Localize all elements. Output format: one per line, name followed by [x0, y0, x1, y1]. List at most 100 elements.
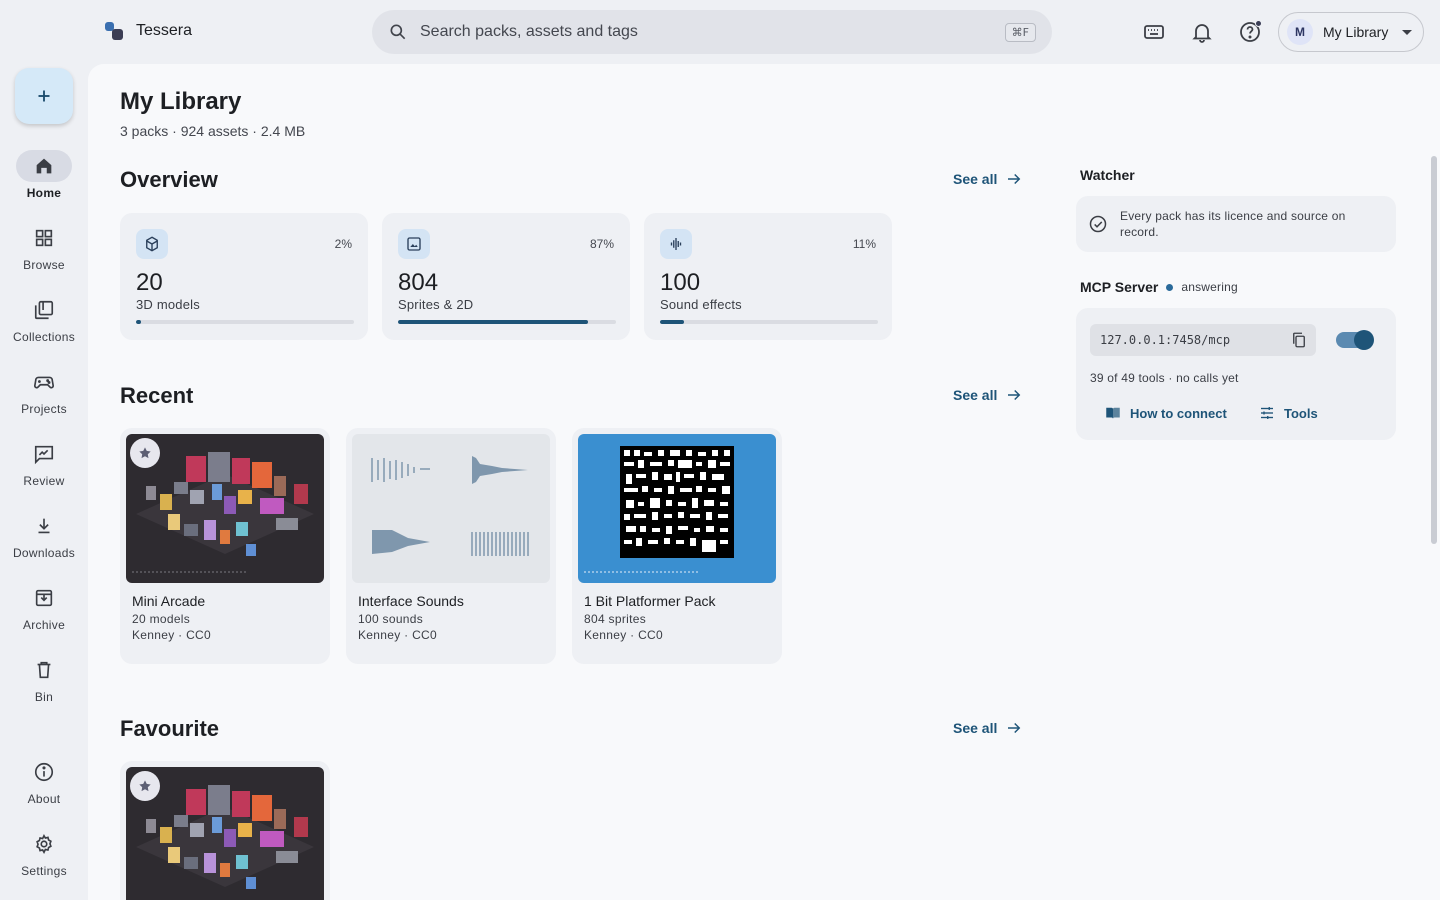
plus-icon [38, 90, 50, 102]
page-subtitle: 3 packs · 924 assets · 2.4 MB [120, 123, 306, 139]
pack-card-mini-arcade-favourite[interactable] [120, 761, 330, 900]
sidebar-item-label: Downloads [12, 546, 76, 560]
sidebar-item-about[interactable]: About [0, 756, 88, 828]
sidebar-item-downloads[interactable]: Downloads [0, 510, 88, 582]
sidebar-item-browse[interactable]: Browse [0, 222, 88, 294]
watcher-title: Watcher [1080, 167, 1135, 183]
search-input[interactable] [420, 23, 1005, 41]
stat-progress-track [136, 320, 354, 324]
pack-card-mini-arcade[interactable]: Mini Arcade 20 models Kenney · CC0 [120, 428, 330, 664]
sidebar-item-archive[interactable]: Archive [0, 582, 88, 654]
search-shortcut-badge: ⌘F [1004, 22, 1036, 42]
keyboard-icon[interactable] [1142, 20, 1166, 44]
stat-percent: 2% [334, 237, 352, 251]
stat-progress-fill [398, 320, 588, 324]
sidebar-item-bin[interactable]: Bin [0, 654, 88, 726]
top-bar: Tessera ⌘F M My Library [0, 0, 1440, 64]
cube-icon [136, 229, 168, 259]
mcp-url-field[interactable]: 127.0.0.1:7458/mcp [1090, 324, 1316, 356]
tools-button[interactable]: Tools [1258, 404, 1318, 422]
pack-thumbnail [578, 434, 776, 583]
sidebar-item-settings[interactable]: Settings [0, 828, 88, 900]
pack-card-interface-sounds[interactable]: Interface Sounds 100 sounds Kenney · CC0 [346, 428, 556, 664]
sidebar-item-label: Projects [21, 402, 67, 416]
account-label: My Library [1323, 24, 1389, 40]
mcp-server-toggle[interactable] [1336, 330, 1374, 350]
account-switcher[interactable]: M My Library [1278, 12, 1424, 52]
recent-title: Recent [120, 383, 194, 408]
favourite-title: Favourite [120, 716, 220, 741]
search-bar[interactable]: ⌘F [372, 10, 1052, 54]
sidebar-item-review[interactable]: Review [0, 438, 88, 510]
check-circle-icon [1089, 215, 1107, 233]
how-to-connect-label: How to connect [1130, 405, 1227, 421]
gear-icon [36, 834, 52, 854]
sidebar-item-label: About [27, 792, 61, 806]
brand[interactable]: Tessera [104, 20, 192, 42]
favourite-button[interactable] [130, 438, 160, 468]
sidebar-item-label: Home [26, 186, 62, 200]
help-icon[interactable] [1238, 20, 1262, 44]
tune-icon [1261, 407, 1273, 419]
bell-icon[interactable] [1190, 20, 1214, 44]
see-all-label: See all [953, 720, 998, 736]
watcher-message: Every pack has its licence and source on… [1120, 209, 1346, 239]
stat-progress-fill [136, 320, 141, 324]
create-button[interactable] [15, 68, 73, 124]
header-actions [1142, 20, 1262, 44]
stat-percent: 87% [589, 237, 614, 251]
chevron-down-icon [1402, 29, 1413, 35]
review-icon [34, 445, 54, 465]
copy-icon[interactable] [1290, 331, 1308, 349]
collections-icon [34, 300, 54, 320]
arrow-right-icon [1008, 722, 1021, 734]
mcp-title: MCP Server [1080, 279, 1159, 295]
scrollbar[interactable] [1431, 156, 1437, 544]
sidebar-item-projects[interactable]: Projects [0, 366, 88, 438]
pack-name: Mini Arcade [132, 593, 206, 609]
sidebar-item-label: Bin [34, 690, 54, 704]
stat-progress-track [398, 320, 616, 324]
sidebar-item-collections[interactable]: Collections [0, 294, 88, 366]
stat-card-sprites[interactable]: 87% 804 Sprites & 2D [382, 213, 630, 340]
overview-see-all-link[interactable]: See all [953, 170, 1023, 188]
pack-card-1-bit-platformer[interactable]: 1 Bit Platformer Pack 804 sprites Kenney… [572, 428, 782, 664]
stat-card-3d-models[interactable]: 2% 20 3D models [120, 213, 368, 340]
toggle-knob [1354, 330, 1374, 350]
see-all-label: See all [953, 387, 998, 403]
stat-card-sound-effects[interactable]: 11% 100 Sound effects [644, 213, 892, 340]
stat-value: 100 [660, 269, 701, 296]
pack-name: 1 Bit Platformer Pack [584, 593, 716, 609]
mcp-status: answering [1181, 280, 1238, 294]
arrow-right-icon [1008, 173, 1021, 185]
star-icon [139, 780, 151, 792]
recent-see-all-link[interactable]: See all [953, 386, 1023, 404]
book-icon [1106, 407, 1120, 419]
pack-meta: Kenney · CC0 [132, 628, 211, 642]
pack-count: 20 models [132, 612, 191, 626]
pack-count: 804 sprites [584, 612, 646, 626]
search-icon [390, 24, 406, 40]
tools-label: Tools [1284, 405, 1318, 421]
avatar: M [1287, 19, 1313, 45]
stat-label: Sound effects [660, 297, 742, 312]
sidebar-item-label: Settings [21, 864, 67, 878]
favourite-button[interactable] [130, 771, 160, 801]
main-panel: My Library 3 packs · 924 assets · 2.4 MB… [88, 64, 1440, 900]
mcp-header: MCP Server answering [1080, 279, 1238, 295]
stat-progress-fill [660, 320, 684, 324]
info-icon [34, 762, 54, 782]
grid-icon [35, 229, 53, 247]
download-icon [38, 518, 50, 534]
trash-icon [37, 661, 51, 679]
sidebar-item-home[interactable]: Home [0, 150, 88, 222]
brand-logo-icon [104, 20, 126, 42]
archive-icon [35, 589, 53, 607]
see-all-label: See all [953, 171, 998, 187]
sidebar-item-label: Browse [23, 258, 65, 272]
pack-thumbnail [352, 434, 550, 583]
home-icon [36, 158, 52, 174]
favourite-see-all-link[interactable]: See all [953, 719, 1023, 737]
watcher-status: Every pack has its licence and source on… [1076, 196, 1396, 252]
how-to-connect-button[interactable]: How to connect [1104, 404, 1227, 422]
